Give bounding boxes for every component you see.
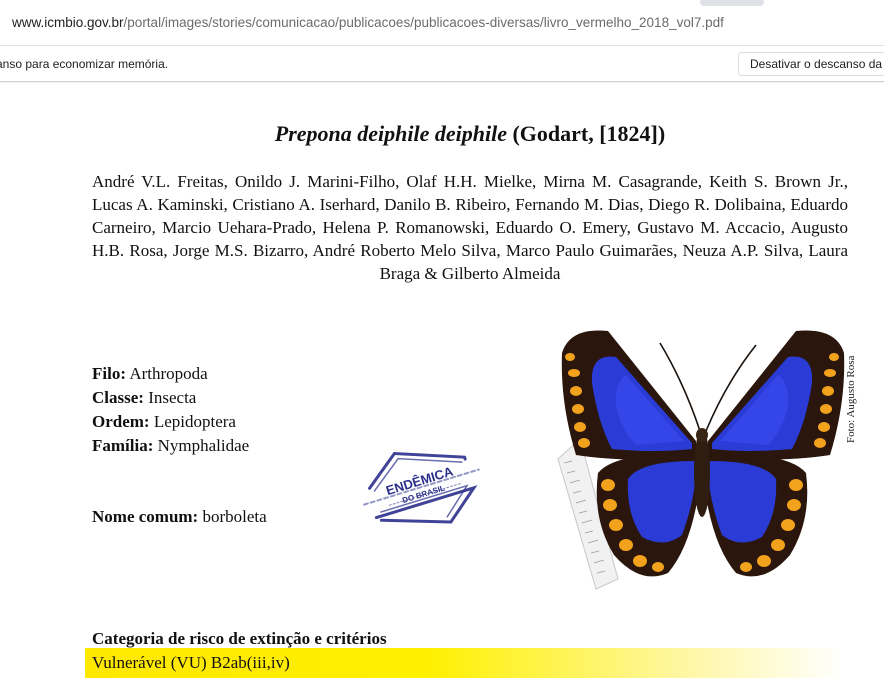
address-bar[interactable]: www.icmbio.gov.br/portal/images/stories/… bbox=[0, 0, 884, 46]
memory-saver-infobar: anso para economizar memória. Desativar … bbox=[0, 46, 884, 82]
taxonomy-block: Filo: Arthropoda Classe: Insecta Ordem: … bbox=[92, 362, 249, 458]
page-title: Prepona deiphile deiphile (Godart, [1824… bbox=[0, 121, 884, 147]
endemic-stamp-icon: ENDÊMICA DO BRASIL bbox=[363, 451, 480, 524]
taxonomy-row-familia: Família: Nymphalidae bbox=[92, 434, 249, 458]
category-highlight: Vulnerável (VU) B2ab(iii,iv) bbox=[85, 648, 845, 678]
tab-edge bbox=[700, 0, 764, 6]
taxonomy-value: Nymphalidae bbox=[157, 436, 250, 455]
taxonomy-row-filo: Filo: Arthropoda bbox=[92, 362, 249, 386]
category-value: Vulnerável (VU) B2ab(iii,iv) bbox=[92, 653, 290, 672]
category-heading: Categoria de risco de extinção e critéri… bbox=[92, 629, 387, 648]
butterfly-photo bbox=[557, 330, 845, 590]
butterfly-body bbox=[694, 429, 710, 517]
taxonomy-label: Classe: bbox=[92, 388, 144, 407]
infobar-message: anso para economizar memória. bbox=[0, 57, 169, 71]
photo-credit: Foto: Augusto Rosa bbox=[845, 355, 857, 443]
taxonomy-value: Arthropoda bbox=[129, 364, 208, 383]
taxonomy-label: Ordem: bbox=[92, 412, 150, 431]
url-path: /portal/images/stories/comunicacao/publi… bbox=[123, 15, 724, 30]
taxonomy-row-classe: Classe: Insecta bbox=[92, 386, 249, 410]
species-authority: (Godart, [1824]) bbox=[512, 121, 666, 146]
pdf-page: Prepona deiphile deiphile (Godart, [1824… bbox=[0, 83, 884, 697]
disable-memory-saver-button[interactable]: Desativar o descanso da g bbox=[738, 52, 884, 76]
taxonomy-label: Família: bbox=[92, 436, 154, 455]
taxonomy-row-ordem: Ordem: Lepidoptera bbox=[92, 410, 249, 434]
url-host: www.icmbio.gov.br bbox=[12, 15, 124, 30]
species-name: Prepona deiphile deiphile bbox=[274, 121, 507, 146]
taxonomy-value: Insecta bbox=[148, 388, 197, 407]
authors-list: André V.L. Freitas, Onildo J. Marini-Fil… bbox=[92, 172, 848, 283]
taxonomy-label: Filo: bbox=[92, 364, 126, 383]
common-name: Nome comum: borboleta bbox=[92, 507, 267, 527]
common-name-value: borboleta bbox=[202, 507, 267, 526]
url-text[interactable]: www.icmbio.gov.br/portal/images/stories/… bbox=[12, 15, 724, 30]
taxonomy-value: Lepidoptera bbox=[153, 412, 236, 431]
common-name-label: Nome comum: bbox=[92, 507, 199, 526]
